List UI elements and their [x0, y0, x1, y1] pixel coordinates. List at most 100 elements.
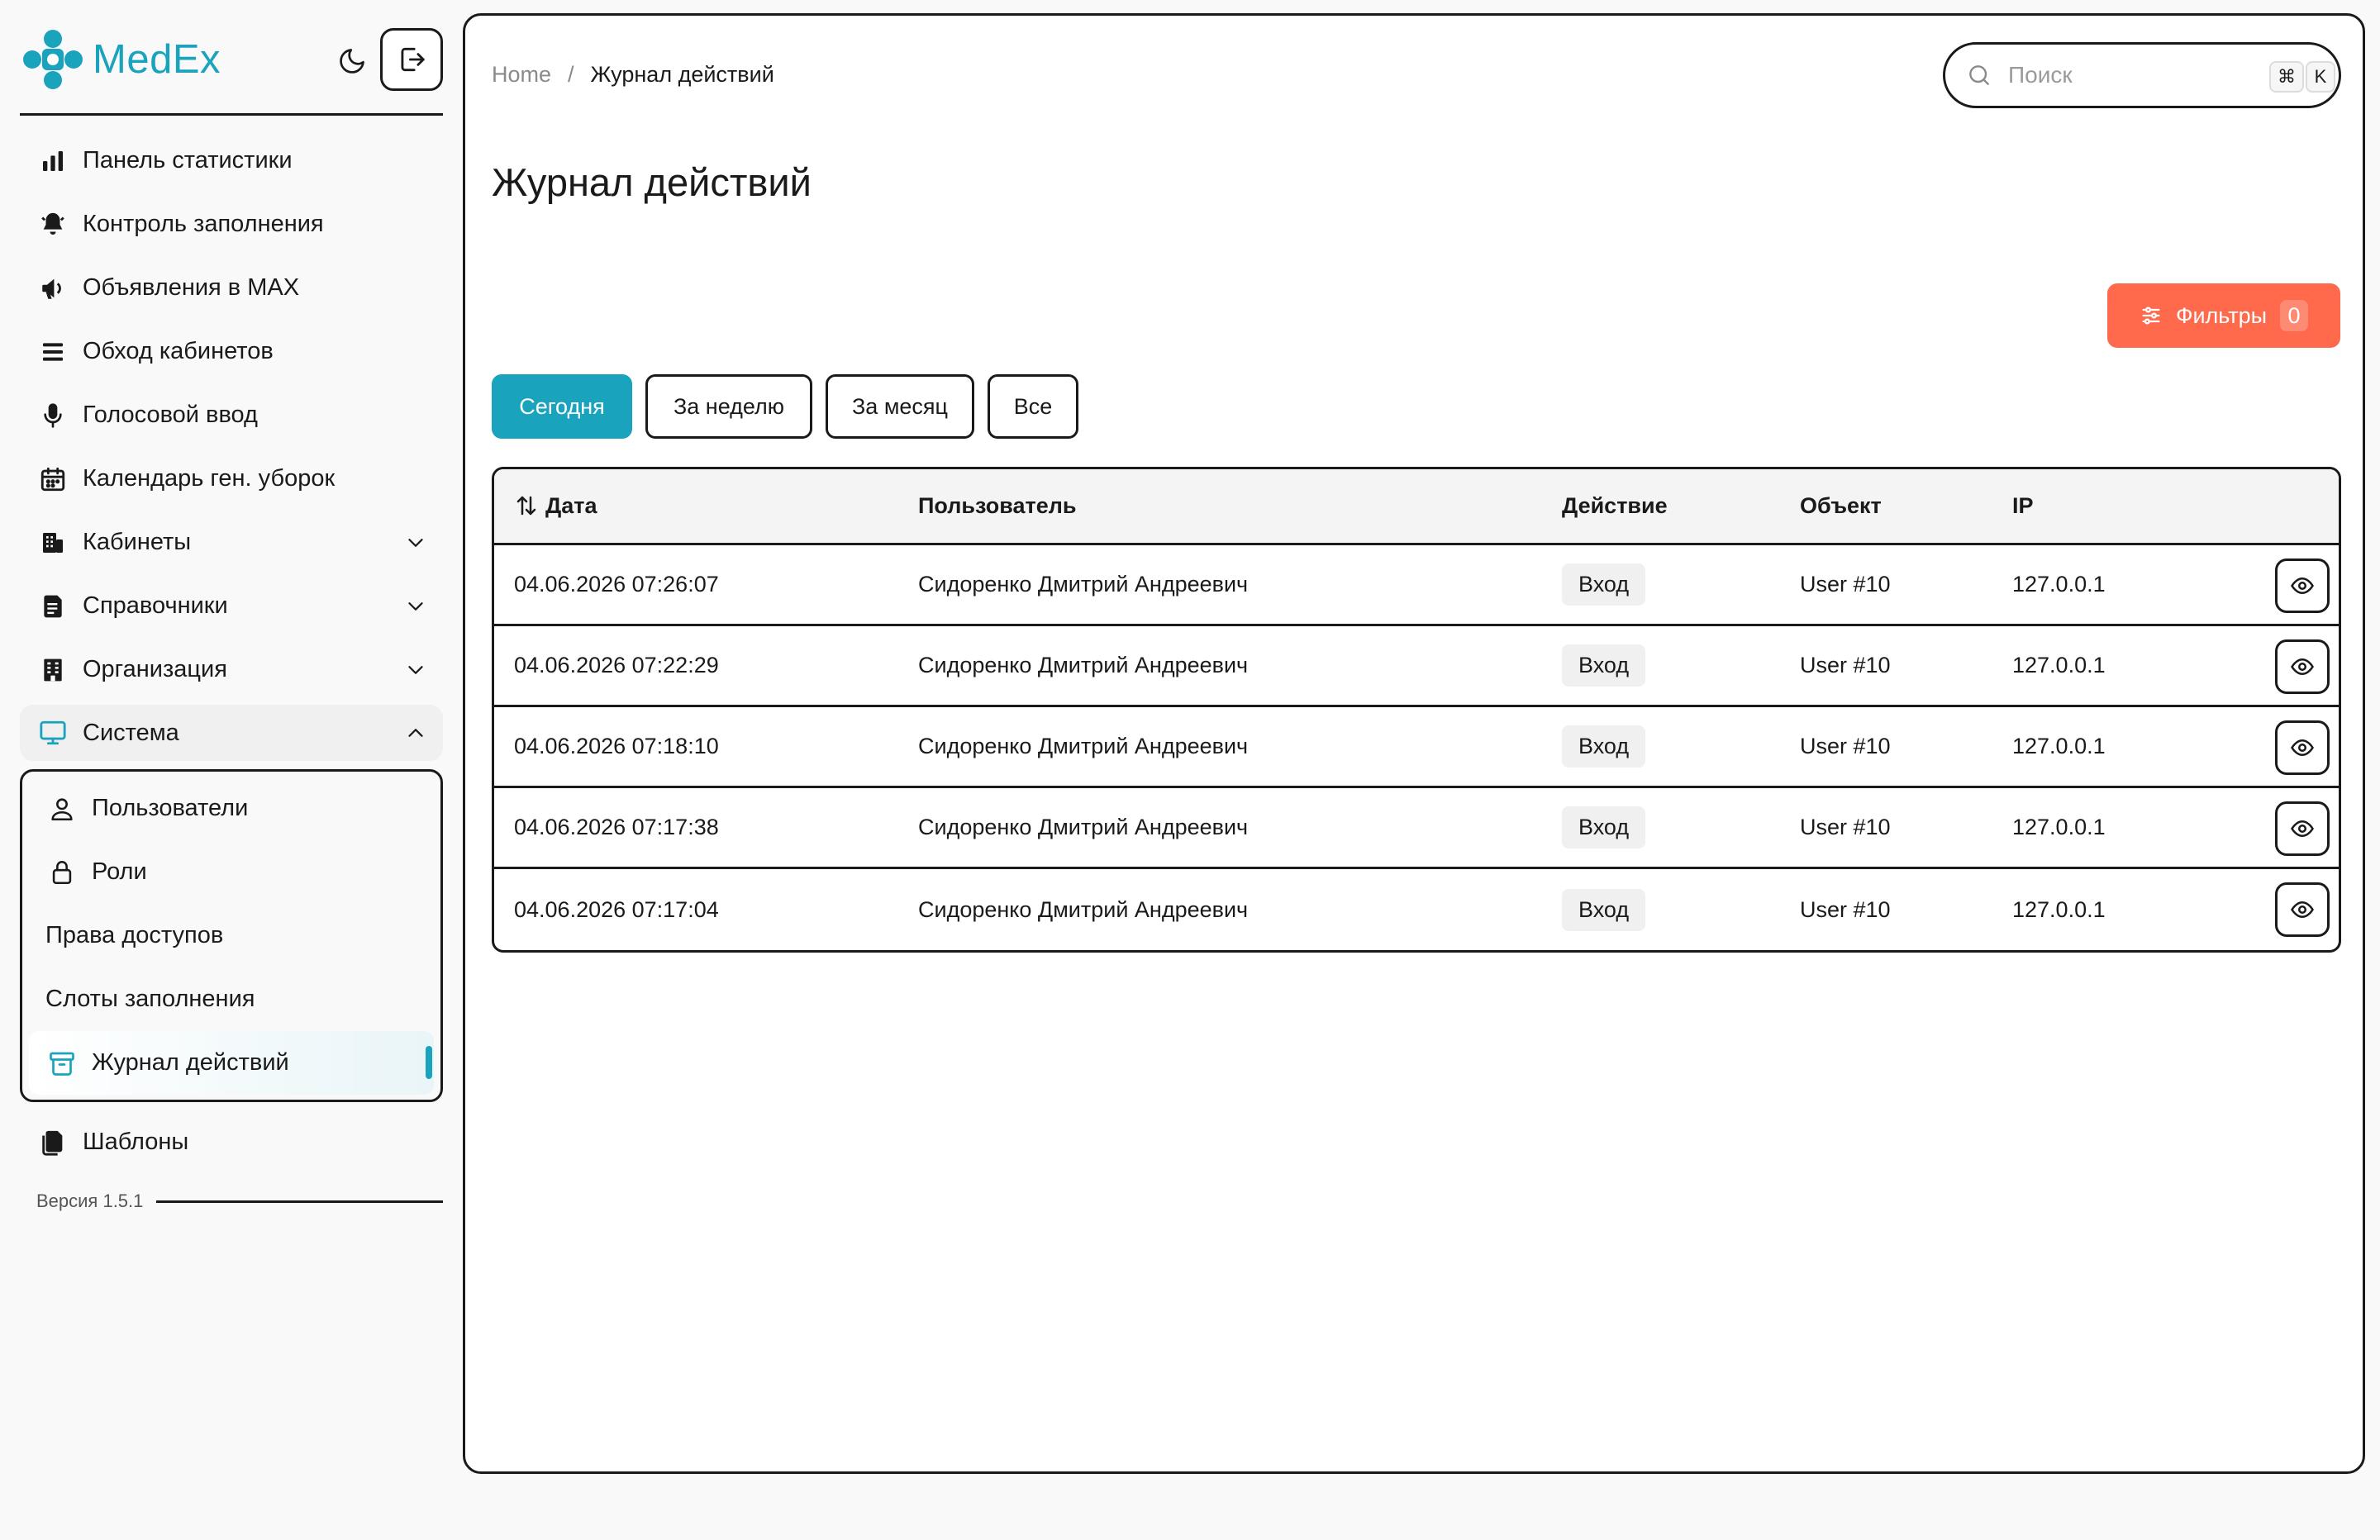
sidebar-item-statistics[interactable]: Панель статистики: [20, 129, 443, 192]
version-text: Версия 1.5.1: [36, 1191, 144, 1211]
search-box[interactable]: ⌘ K: [1943, 42, 2341, 108]
megaphone-icon: [36, 272, 69, 305]
main-panel: Home / Журнал действий ⌘ K Журнал действ…: [463, 13, 2365, 1474]
logo[interactable]: MedEx: [21, 28, 221, 91]
column-header-label: Дата: [545, 493, 597, 518]
calendar-icon: [36, 463, 69, 496]
office-icon: [36, 654, 69, 687]
view-button[interactable]: [2275, 720, 2330, 775]
table-row: 04.06.2026 07:18:10 Сидоренко Дмитрий Ан…: [494, 707, 2339, 788]
sidebar-item-cabinets[interactable]: Кабинеты: [20, 511, 443, 574]
action-badge: Вход: [1562, 644, 1646, 687]
sidebar-item-fill-slots[interactable]: Слоты заполнения: [29, 967, 434, 1031]
sidebar-item-cleaning-calendar[interactable]: Календарь ген. уборок: [20, 447, 443, 511]
shortcut-key-cmd: ⌘: [2269, 61, 2304, 93]
eye-icon: [2291, 658, 2314, 676]
tab-week[interactable]: За неделю: [645, 374, 812, 439]
cell-object: User #10: [1800, 734, 1891, 758]
cell-user: Сидоренко Дмитрий Андреевич: [918, 815, 1249, 839]
search-icon: [1965, 61, 1993, 89]
sidebar-item-label: Кабинеты: [83, 529, 192, 555]
sidebar-item-roles[interactable]: Роли: [29, 840, 434, 904]
sidebar-item-label: Обход кабинетов: [83, 338, 274, 364]
action-badge: Вход: [1562, 888, 1646, 931]
column-header-action: Действие: [1562, 493, 1668, 518]
page-title: Журнал действий: [492, 160, 812, 204]
action-badge: Вход: [1562, 806, 1646, 848]
action-badge: Вход: [1562, 725, 1646, 768]
sidebar-item-voice-input[interactable]: Голосовой ввод: [20, 383, 443, 447]
logout-icon: [401, 47, 425, 72]
microphone-icon: [36, 399, 69, 432]
cell-user: Сидоренко Дмитрий Андреевич: [918, 734, 1249, 758]
cell-ip: 127.0.0.1: [2012, 815, 2106, 839]
column-header-object: Объект: [1800, 493, 1882, 518]
view-button[interactable]: [2275, 882, 2330, 937]
filters-count-badge: 0: [2280, 300, 2309, 331]
table-row: 04.06.2026 07:26:07 Сидоренко Дмитрий Ан…: [494, 545, 2339, 626]
theme-toggle-button[interactable]: [332, 41, 372, 81]
sidebar-item-organization[interactable]: Организация: [20, 638, 443, 701]
cell-ip: 127.0.0.1: [2012, 896, 2106, 922]
table-row: 04.06.2026 07:22:29 Сидоренко Дмитрий Ан…: [494, 626, 2339, 707]
tab-month[interactable]: За месяц: [826, 374, 974, 439]
bell-icon: [36, 208, 69, 241]
bar-chart-icon: [36, 145, 69, 178]
chevron-down-icon: [408, 666, 423, 674]
table-row: 04.06.2026 07:17:38 Сидоренко Дмитрий Ан…: [494, 788, 2339, 869]
sidebar-item-references[interactable]: Справочники: [20, 574, 443, 638]
sidebar-item-label: Роли: [92, 858, 147, 885]
sidebar-item-action-log[interactable]: Журнал действий: [29, 1031, 434, 1095]
cell-ip: 127.0.0.1: [2012, 653, 2106, 677]
sidebar-item-label: Журнал действий: [92, 1049, 289, 1076]
logout-button[interactable]: [380, 28, 443, 91]
tab-today[interactable]: Сегодня: [492, 374, 632, 439]
building-icon: [36, 526, 69, 559]
sidebar-item-access-rights[interactable]: Права доступов: [29, 904, 434, 967]
eye-icon: [2291, 901, 2314, 919]
breadcrumb-current: Журнал действий: [590, 62, 774, 87]
cell-object: User #10: [1800, 572, 1891, 597]
table-header: Дата Пользователь Действие Объект IP: [494, 469, 2339, 545]
eye-icon: [2291, 820, 2314, 838]
archive-icon: [45, 1047, 79, 1080]
search-input[interactable]: [2008, 62, 2240, 88]
files-icon: [36, 1126, 69, 1159]
sidebar-item-label: Объявления в MAX: [83, 274, 300, 301]
list-icon: [36, 335, 69, 368]
action-log-table: Дата Пользователь Действие Объект IP 04.…: [492, 467, 2341, 953]
cell-object: User #10: [1800, 815, 1891, 839]
sidebar-item-fill-control[interactable]: Контроль заполнения: [20, 192, 443, 256]
filters-button[interactable]: Фильтры 0: [2107, 283, 2340, 348]
sidebar-item-templates[interactable]: Шаблоны: [20, 1110, 443, 1174]
sidebar-item-system[interactable]: Система: [20, 705, 443, 761]
tab-all[interactable]: Все: [988, 374, 1078, 439]
view-button[interactable]: [2275, 801, 2330, 856]
logo-icon: [23, 30, 83, 89]
breadcrumb-home-link[interactable]: Home: [492, 62, 551, 88]
sidebar-item-label: Права доступов: [45, 922, 224, 948]
breadcrumb-separator: /: [568, 62, 574, 87]
cell-date: 04.06.2026 07:22:29: [514, 653, 719, 677]
cell-date: 04.06.2026 07:17:04: [514, 896, 719, 922]
book-icon: [36, 590, 69, 623]
active-indicator: [426, 1046, 432, 1079]
chevron-up-icon: [408, 729, 423, 737]
sidebar-item-rounds[interactable]: Обход кабинетов: [20, 320, 443, 383]
sort-icon: [516, 496, 536, 516]
shortcut-key-k: K: [2306, 61, 2335, 93]
cell-date: 04.06.2026 07:18:10: [514, 734, 719, 758]
system-submenu: Пользователи Роли Права доступов Слоты з…: [20, 769, 443, 1102]
view-button[interactable]: [2275, 639, 2330, 694]
column-header-ip: IP: [2012, 493, 2034, 518]
sidebar-item-label: Панель статистики: [83, 147, 293, 173]
cell-object: User #10: [1800, 896, 1891, 922]
filters-label: Фильтры: [2175, 302, 2268, 328]
view-button[interactable]: [2275, 558, 2330, 613]
sidebar-item-users[interactable]: Пользователи: [29, 777, 434, 840]
monitor-icon: [36, 716, 69, 749]
cell-user: Сидоренко Дмитрий Андреевич: [918, 572, 1249, 597]
column-header-date[interactable]: Дата: [514, 493, 597, 519]
sidebar-item-announcements[interactable]: Объявления в MAX: [20, 256, 443, 320]
brand-row: MedEx: [20, 23, 443, 116]
